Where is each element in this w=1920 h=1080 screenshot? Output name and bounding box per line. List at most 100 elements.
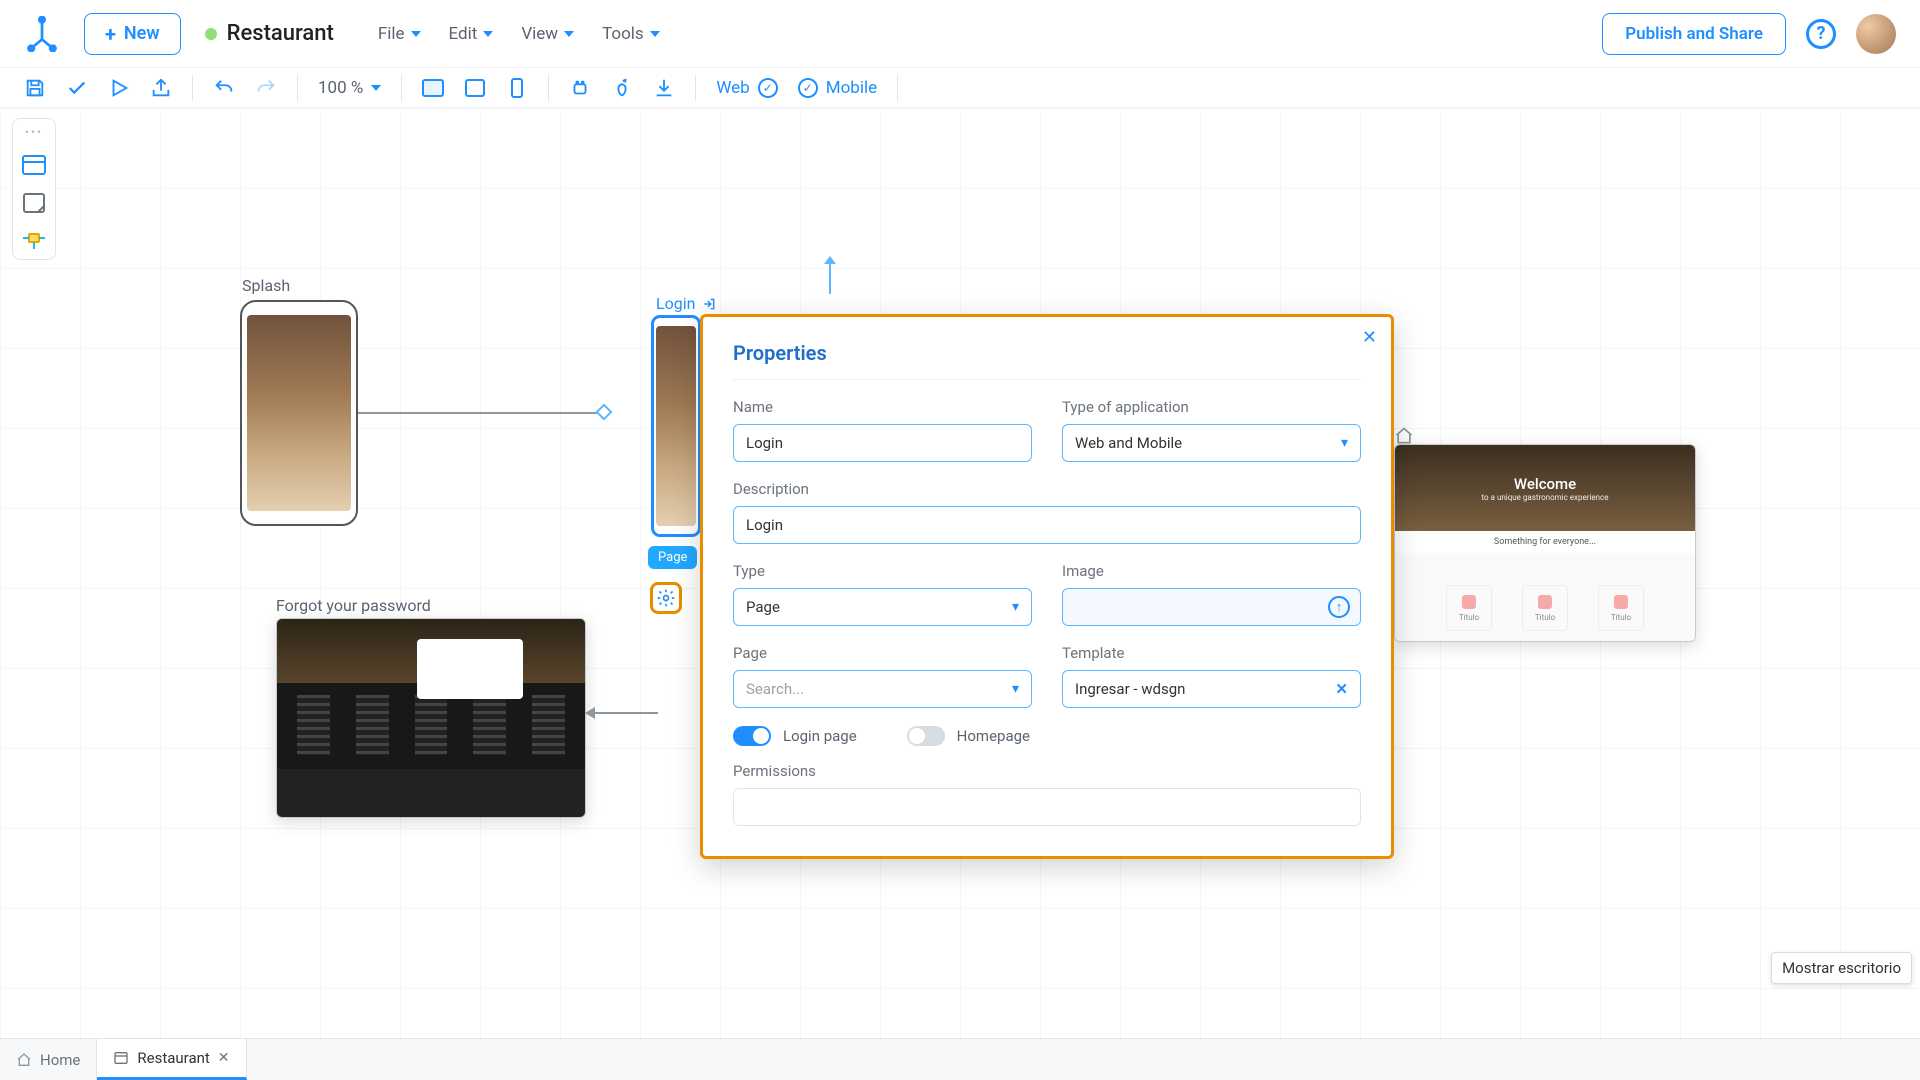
menu-bar: File Edit View Tools: [378, 24, 660, 44]
chevron-down-icon: [411, 31, 421, 37]
welcome-card: Titulo: [1446, 585, 1492, 631]
select-page[interactable]: Search... ▾: [733, 670, 1032, 708]
menu-file-label: File: [378, 24, 405, 44]
select-page-placeholder: Search...: [746, 680, 804, 698]
toolbar: 100 % Web ✓ ✓ Mobile: [0, 68, 1920, 108]
chevron-down-icon: [564, 31, 574, 37]
new-button-label: New: [124, 23, 160, 44]
device-desktop-icon[interactable]: [422, 77, 444, 99]
run-icon[interactable]: [108, 77, 130, 99]
menu-edit[interactable]: Edit: [449, 24, 494, 44]
device-tablet-icon[interactable]: [464, 77, 486, 99]
separator: [297, 75, 298, 101]
switch-icon: [733, 726, 771, 746]
select-app-type[interactable]: Web and Mobile ▾: [1062, 424, 1361, 462]
topbar: + New Restaurant File Edit View Tools Pu…: [0, 0, 1920, 68]
note-tool-icon[interactable]: [20, 191, 48, 215]
node-splash[interactable]: [240, 300, 358, 526]
label-app-type: Type of application: [1062, 398, 1361, 416]
node-login-screen: [656, 326, 696, 526]
chevron-down-icon: ▾: [1012, 599, 1019, 615]
pages-tool-icon[interactable]: [20, 153, 48, 177]
download-icon[interactable]: [653, 77, 675, 99]
export-icon[interactable]: [150, 77, 172, 99]
switch-icon: [907, 726, 945, 746]
tab-home[interactable]: Home: [0, 1039, 97, 1080]
apple-icon[interactable]: [611, 77, 633, 99]
platform-web-toggle[interactable]: Web ✓: [716, 78, 777, 98]
node-settings-button[interactable]: [650, 582, 682, 614]
menu-view[interactable]: View: [521, 24, 574, 44]
undo-icon[interactable]: [213, 77, 235, 99]
save-icon[interactable]: [24, 77, 46, 99]
select-type[interactable]: Page ▾: [733, 588, 1032, 626]
chevron-down-icon: ▾: [1341, 435, 1348, 451]
card-label: Titulo: [1611, 613, 1631, 622]
flow-tool-icon[interactable]: [20, 229, 48, 253]
platform-mobile-label: Mobile: [826, 78, 877, 98]
welcome-section-title: Something for everyone...: [1395, 531, 1695, 553]
separator: [897, 75, 898, 101]
card-label: Titulo: [1459, 613, 1479, 622]
node-label-login: Login: [656, 294, 717, 313]
label-image: Image: [1062, 562, 1361, 580]
menu-tools[interactable]: Tools: [602, 24, 660, 44]
menu-file[interactable]: File: [378, 24, 421, 44]
label-description: Description: [733, 480, 1361, 498]
platform-mobile-toggle[interactable]: ✓ Mobile: [798, 78, 877, 98]
user-avatar[interactable]: [1856, 14, 1896, 54]
clear-icon[interactable]: ✕: [1335, 680, 1348, 698]
redo-icon[interactable]: [255, 77, 277, 99]
node-welcome-body: Titulo Titulo Titulo: [1395, 553, 1695, 642]
node-welcome[interactable]: Welcome to a unique gastronomic experien…: [1394, 444, 1696, 642]
input-name[interactable]: [733, 424, 1032, 462]
drag-handle-icon[interactable]: •••: [25, 125, 43, 139]
node-welcome-header: Welcome to a unique gastronomic experien…: [1395, 445, 1695, 531]
separator: [401, 75, 402, 101]
chevron-down-icon: [483, 31, 493, 37]
login-arrow-icon: [701, 297, 717, 311]
toggle-homepage[interactable]: Homepage: [907, 726, 1030, 746]
welcome-subtitle: to a unique gastronomic experience: [1482, 493, 1609, 502]
close-icon[interactable]: ✕: [218, 1050, 230, 1066]
home-outline-icon: [1394, 426, 1414, 446]
new-button[interactable]: + New: [84, 13, 181, 55]
status-dot-icon: [205, 28, 217, 40]
menu-edit-label: Edit: [449, 24, 478, 44]
tab-restaurant[interactable]: Restaurant ✕: [97, 1039, 246, 1080]
welcome-title: Welcome: [1514, 475, 1576, 493]
app-logo-icon[interactable]: [24, 16, 60, 52]
select-app-type-value: Web and Mobile: [1075, 434, 1182, 452]
publish-button[interactable]: Publish and Share: [1602, 13, 1786, 55]
zoom-value: 100 %: [318, 78, 363, 98]
node-login[interactable]: [652, 316, 700, 536]
topbar-right: Publish and Share ?: [1602, 13, 1896, 55]
input-permissions[interactable]: [733, 788, 1361, 826]
node-forgot[interactable]: [276, 618, 586, 818]
welcome-card: Titulo: [1522, 585, 1568, 631]
zoom-dropdown[interactable]: 100 %: [318, 78, 381, 98]
help-icon[interactable]: ?: [1806, 19, 1836, 49]
toggle-login-page[interactable]: Login page: [733, 726, 857, 746]
device-phone-icon[interactable]: [506, 77, 528, 99]
separator: [548, 75, 549, 101]
menu-view-label: View: [521, 24, 558, 44]
select-template-value: Ingresar - wdsgn: [1075, 680, 1185, 698]
validate-icon[interactable]: [66, 77, 88, 99]
input-description[interactable]: [733, 506, 1361, 544]
node-label-splash: Splash: [242, 276, 290, 295]
canvas[interactable]: ••• Splash Login Page Forgot your passwo…: [0, 108, 1920, 1038]
dialog-title: Properties: [733, 341, 1361, 365]
statusbar: Home Restaurant ✕: [0, 1038, 1920, 1080]
card-label: Titulo: [1535, 613, 1555, 622]
home-icon: [16, 1052, 32, 1068]
dialog-close-button[interactable]: ✕: [1362, 327, 1377, 348]
input-image[interactable]: ↑: [1062, 588, 1361, 626]
chevron-down-icon: [371, 85, 381, 91]
upload-icon: ↑: [1328, 596, 1350, 618]
android-icon[interactable]: [569, 77, 591, 99]
select-template[interactable]: Ingresar - wdsgn ✕: [1062, 670, 1361, 708]
node-forgot-modal: [417, 639, 523, 699]
connector: [586, 712, 658, 714]
project-title[interactable]: Restaurant: [205, 21, 334, 46]
